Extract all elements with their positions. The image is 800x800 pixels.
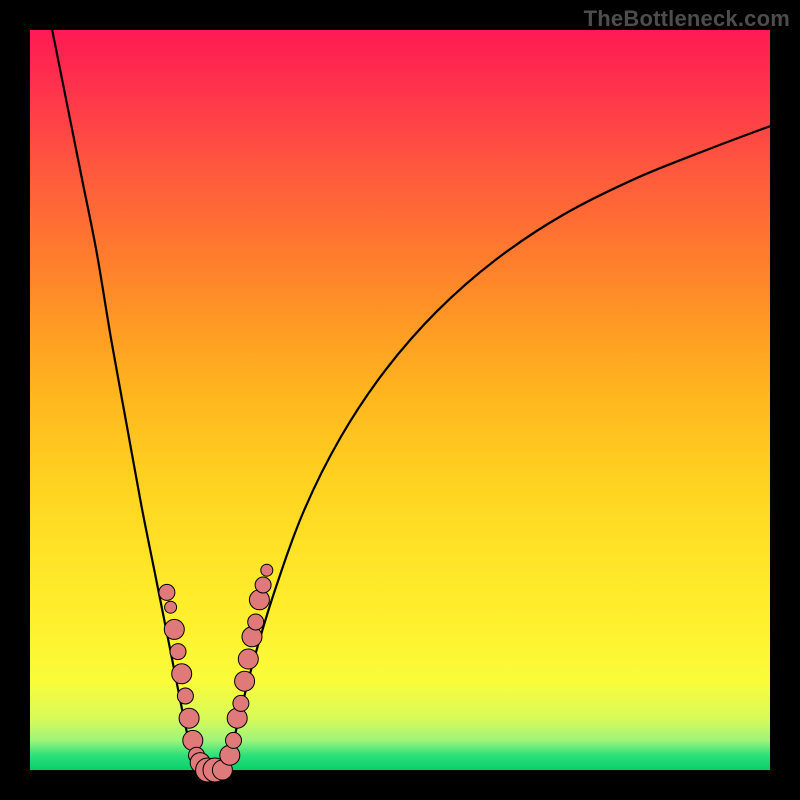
- data-marker: [235, 671, 255, 691]
- data-marker: [179, 708, 199, 728]
- data-marker: [159, 584, 175, 600]
- chart-svg: [30, 30, 770, 770]
- data-marker: [233, 695, 249, 711]
- data-marker: [164, 619, 184, 639]
- data-marker: [226, 732, 242, 748]
- data-marker: [248, 614, 264, 630]
- data-marker: [177, 688, 193, 704]
- chart-frame: TheBottleneck.com: [0, 0, 800, 800]
- data-markers: [159, 564, 273, 782]
- watermark-text: TheBottleneck.com: [584, 6, 790, 32]
- plot-area: [30, 30, 770, 770]
- data-marker: [172, 664, 192, 684]
- data-marker: [238, 649, 258, 669]
- data-marker: [255, 577, 271, 593]
- data-marker: [165, 601, 177, 613]
- data-marker: [170, 644, 186, 660]
- curve-right: [222, 126, 770, 770]
- data-marker: [261, 564, 273, 576]
